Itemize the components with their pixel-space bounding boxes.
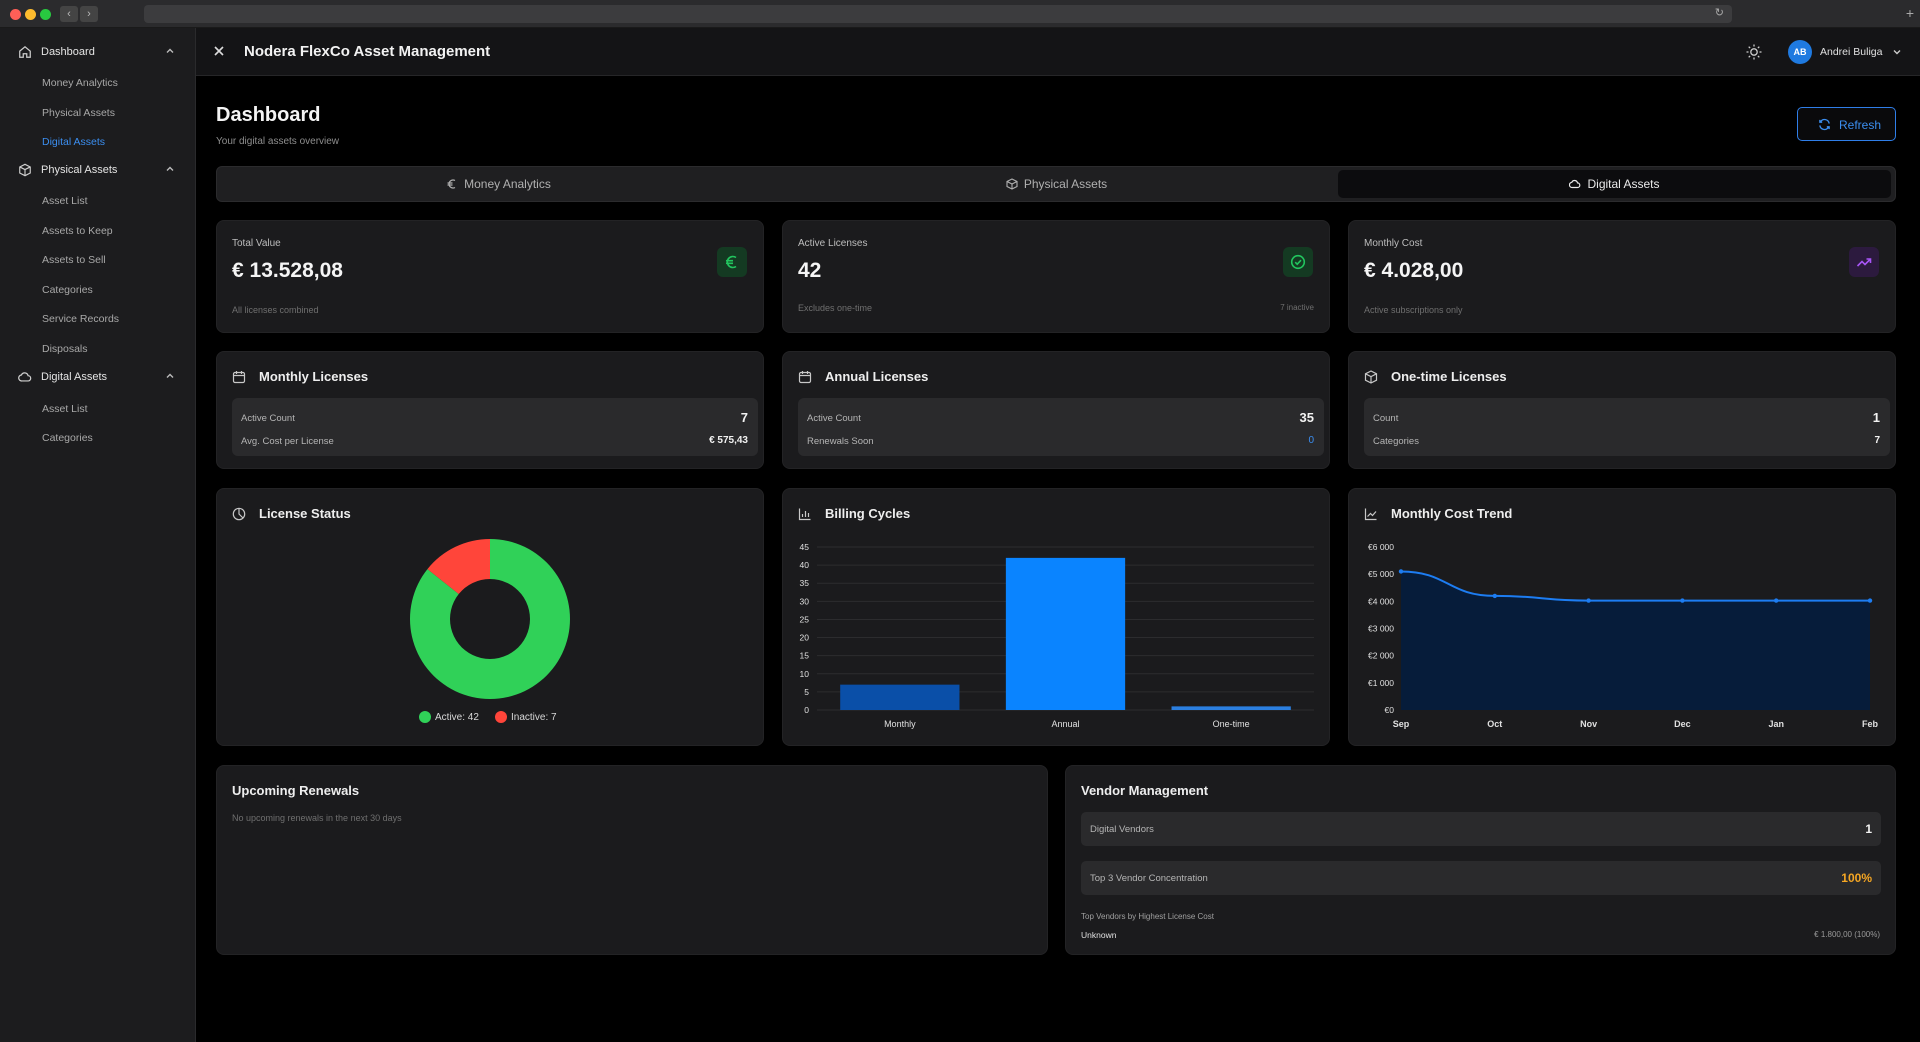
y-tick-label: 45 — [800, 542, 810, 552]
x-tick-label: Feb — [1862, 719, 1879, 729]
area-fill — [1401, 571, 1870, 710]
x-tick-label: Dec — [1674, 719, 1691, 729]
stat-label: Digital Vendors — [1090, 824, 1154, 835]
y-tick-label: 35 — [800, 578, 810, 588]
x-tick-label: Jan — [1768, 719, 1784, 729]
legend-swatch — [495, 711, 507, 723]
y-tick-label: €1 000 — [1368, 678, 1394, 688]
y-tick-label: 10 — [800, 669, 810, 679]
card-title: Upcoming Renewals — [232, 783, 360, 798]
x-tick-label: Monthly — [884, 719, 916, 729]
legend-label: Active: 42 — [435, 712, 479, 723]
card-title: Vendor Management — [1081, 783, 1209, 798]
vendor-concentration-row: Top 3 Vendor Concentration 100% — [1081, 861, 1881, 895]
y-tick-label: 25 — [800, 614, 810, 624]
y-tick-label: €2 000 — [1368, 651, 1394, 661]
y-tick-label: 15 — [800, 651, 810, 661]
y-tick-label: €6 000 — [1368, 542, 1394, 552]
stat-label: Top 3 Vendor Concentration — [1090, 873, 1208, 884]
stat-value: 100% — [1841, 871, 1872, 885]
y-tick-label: 40 — [800, 560, 810, 570]
bar-monthly — [840, 684, 960, 710]
y-tick-label: 30 — [800, 596, 810, 606]
x-tick-label: Oct — [1487, 719, 1502, 729]
y-tick-label: 0 — [804, 705, 809, 715]
x-tick-label: One-time — [1213, 719, 1250, 729]
legend-swatch — [419, 711, 431, 723]
y-tick-label: €0 — [1385, 705, 1395, 715]
y-tick-label: 20 — [800, 633, 810, 643]
top-vendors-heading: Top Vendors by Highest License Cost — [1081, 912, 1214, 921]
data-point-oct — [1492, 593, 1498, 599]
upcoming-renewals-card: Upcoming Renewals No upcoming renewals i… — [216, 765, 1048, 955]
x-tick-label: Sep — [1393, 719, 1410, 729]
legend-label: Inactive: 7 — [511, 712, 557, 723]
data-point-dec — [1680, 598, 1685, 603]
vendor-name: Unknown — [1081, 930, 1117, 940]
y-tick-label: €4 000 — [1368, 596, 1394, 606]
vendor-value: € 1.800,00 (100%) — [1814, 930, 1880, 939]
data-point-jan — [1774, 598, 1779, 603]
vendor-management-card: Vendor Management Digital Vendors 1 Top … — [1065, 765, 1896, 955]
data-point-sep — [1398, 569, 1404, 574]
y-tick-label: 5 — [804, 687, 809, 697]
y-tick-label: €3 000 — [1368, 624, 1394, 634]
digital-vendors-row: Digital Vendors 1 — [1081, 812, 1881, 846]
bar-one-time — [1171, 706, 1291, 710]
stat-value: 1 — [1865, 822, 1872, 836]
bar-annual — [1005, 557, 1126, 710]
x-tick-label: Annual — [1051, 719, 1079, 729]
data-point-nov — [1586, 598, 1591, 603]
data-point-feb — [1867, 598, 1873, 603]
y-tick-label: €5 000 — [1368, 569, 1394, 579]
x-tick-label: Nov — [1580, 719, 1597, 729]
empty-state-text: No upcoming renewals in the next 30 days — [232, 813, 402, 823]
